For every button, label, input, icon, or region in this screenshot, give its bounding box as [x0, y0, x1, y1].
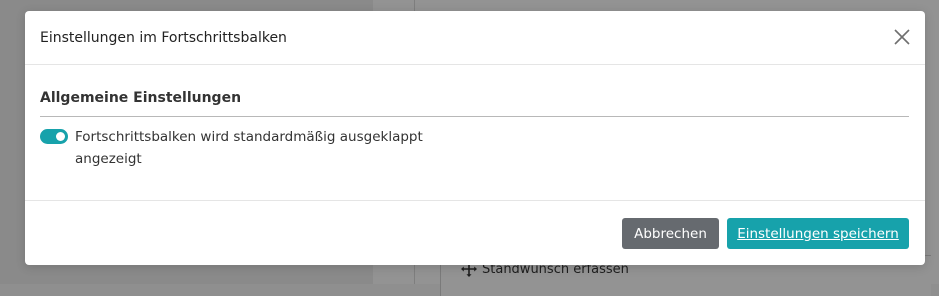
toggle-label: Fortschrittsbalken wird standardmäßig au…	[75, 129, 423, 167]
section-divider	[40, 116, 909, 117]
settings-dialog: Einstellungen im Fortschrittsbalken Allg…	[25, 11, 925, 265]
dialog-header: Einstellungen im Fortschrittsbalken	[25, 11, 925, 65]
dialog-body: Allgemeine Einstellungen Fortschrittsbal…	[40, 65, 909, 200]
close-button[interactable]	[893, 28, 911, 46]
section-title: Allgemeine Einstellungen	[40, 90, 242, 106]
dialog-title: Einstellungen im Fortschrittsbalken	[40, 30, 287, 46]
cancel-button[interactable]: Abbrechen	[622, 218, 719, 249]
save-settings-button[interactable]: Einstellungen speichern	[727, 218, 909, 249]
toggle-knob	[56, 132, 65, 141]
expanded-progress-bar-toggle[interactable]	[40, 129, 68, 144]
dialog-footer: Abbrechen Einstellungen speichern	[25, 200, 925, 266]
close-icon	[893, 29, 911, 50]
